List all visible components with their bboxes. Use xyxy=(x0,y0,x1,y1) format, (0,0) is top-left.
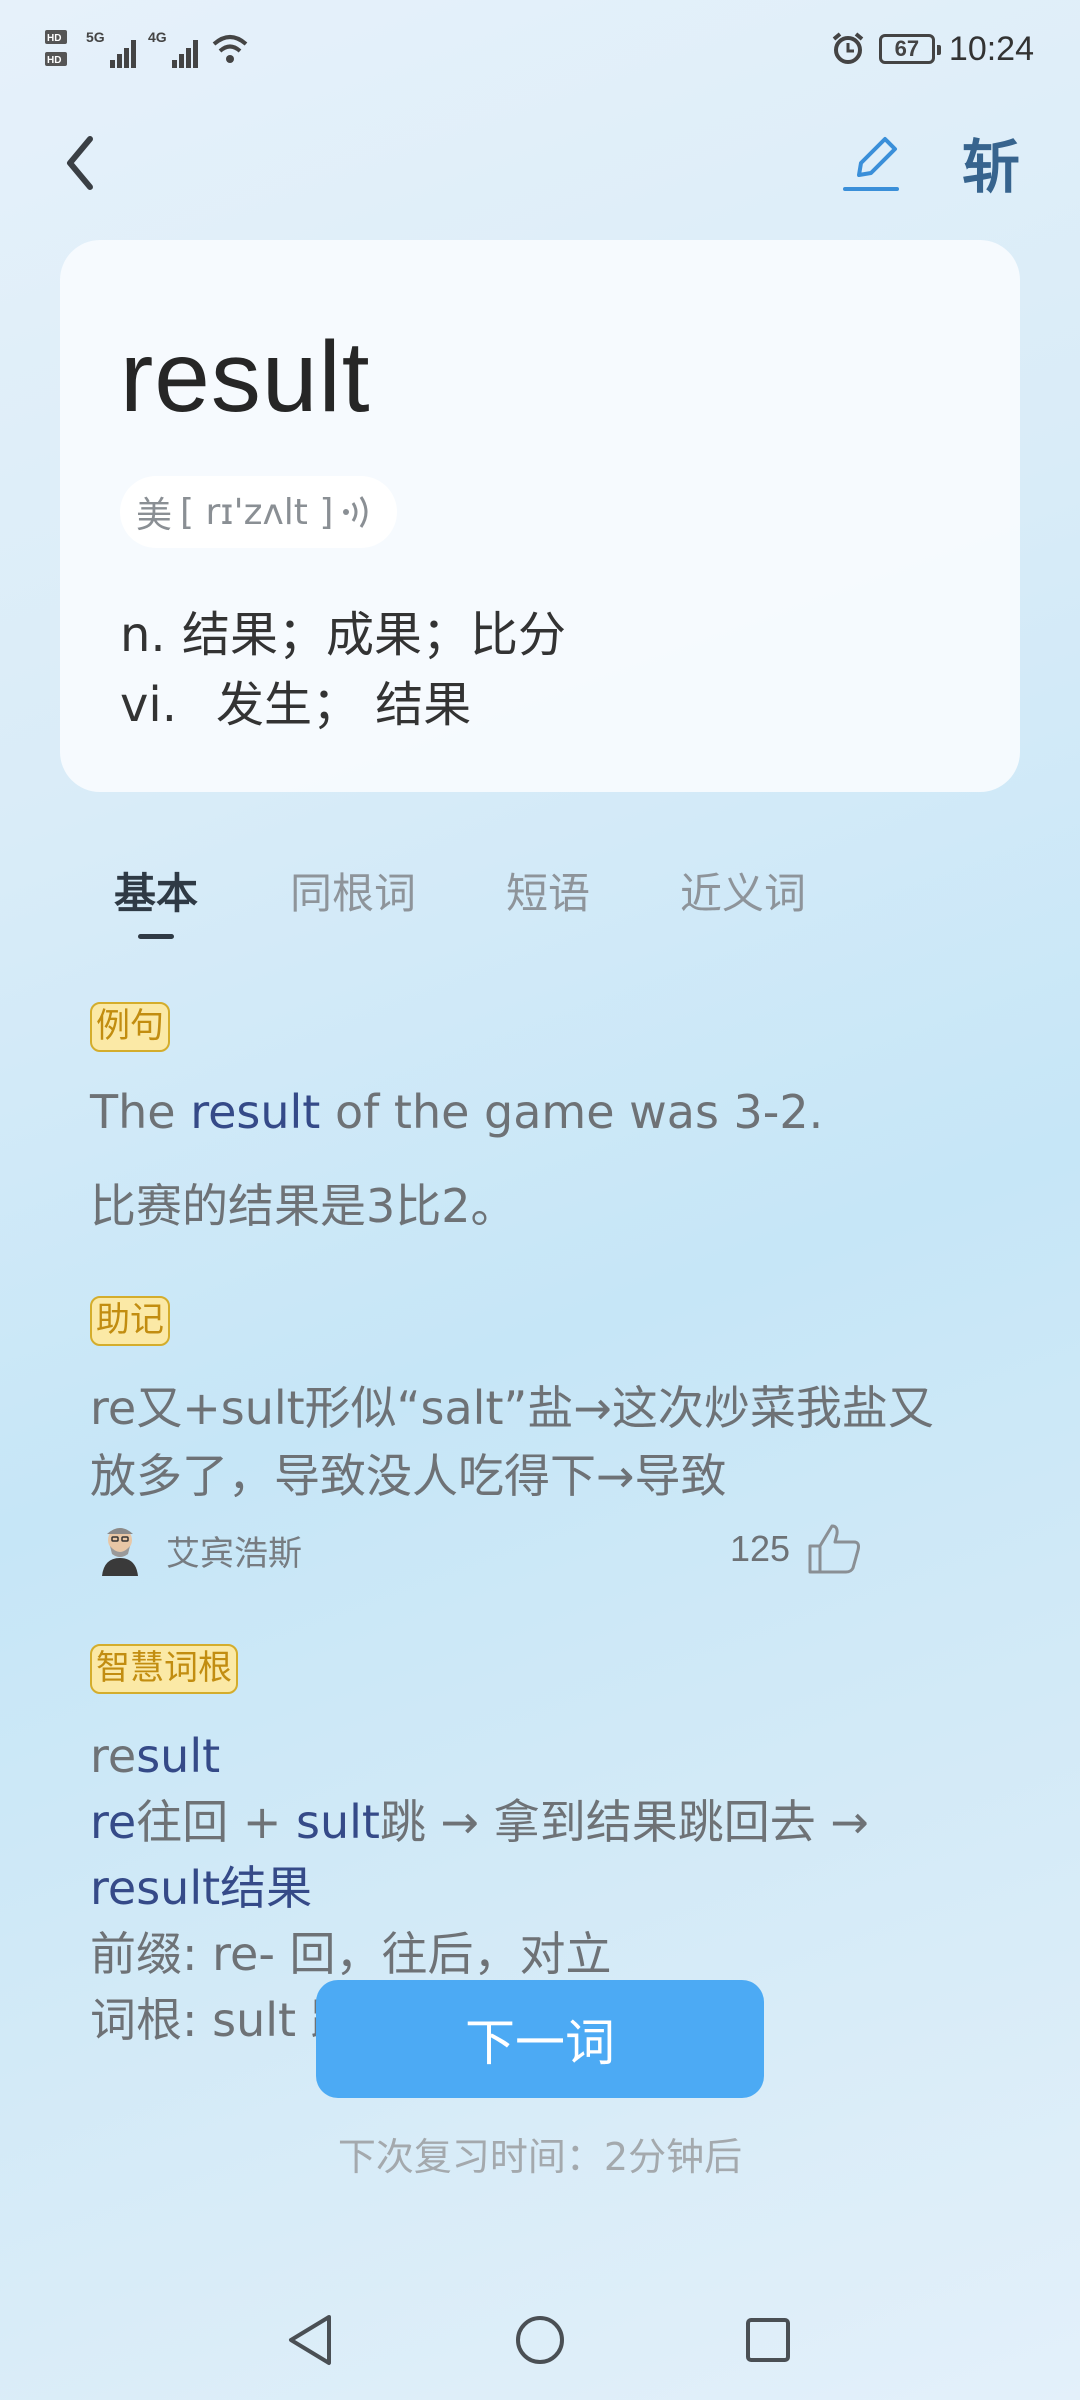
status-bar: HD HD 5G 4G 67 10:24 xyxy=(0,0,1080,100)
result-word: result xyxy=(90,1861,221,1915)
avatar xyxy=(102,1528,138,1576)
back-button[interactable] xyxy=(50,128,110,198)
example-translation: 比赛的结果是3比2。 xyxy=(90,1179,517,1233)
svg-text:5G: 5G xyxy=(86,29,105,45)
example-sentence: The result of the game was 3-2. xyxy=(90,1078,823,1146)
part-of-speech: vi. xyxy=(120,677,177,733)
svg-text:HD: HD xyxy=(47,33,61,44)
wifi-icon xyxy=(212,35,248,63)
4g-signal-icon: 4G xyxy=(148,29,198,68)
chevron-left-icon xyxy=(67,136,93,190)
status-left-icons: HD HD 5G 4G xyxy=(44,26,250,72)
definitions: n. 结果；成果；比分 vi. 发生； 结果 xyxy=(120,600,566,740)
zhan-brand-button[interactable]: 斩 xyxy=(956,124,1026,201)
edit-note-button[interactable] xyxy=(838,128,904,198)
definition-line: vi. 发生； 结果 xyxy=(120,670,566,740)
phonetic-region: 美 xyxy=(136,495,173,536)
mnemonic-line: re又+sult形似“salt”盐→这次炒菜我盐又 xyxy=(90,1381,934,1435)
root-explanation: 跳 → 拿到结果跳回去 → xyxy=(379,1795,869,1849)
like-count: 125 xyxy=(730,1528,791,1569)
mnemonic-tag: 助记 xyxy=(90,1296,170,1346)
root-breakdown: re往回 + sult跳 → 拿到结果跳回去 → xyxy=(90,1788,869,1856)
root-word-root: sult xyxy=(136,1729,221,1783)
hd-icon: HD HD xyxy=(45,30,67,66)
definition-meaning: 发生； 结果 xyxy=(216,677,472,733)
nav-home-button[interactable] xyxy=(500,2300,580,2380)
phonetic-pill[interactable]: 美 [ rɪ'zʌlt ] xyxy=(120,476,398,548)
definition-meaning: 结果；成果；比分 xyxy=(182,607,567,663)
thumbs-up-icon xyxy=(808,1524,861,1574)
pencil-icon xyxy=(843,137,899,191)
square-recents-icon xyxy=(746,2318,790,2362)
root-result: result结果 xyxy=(90,1854,312,1922)
active-tab-indicator xyxy=(138,934,174,939)
part-of-speech: n. xyxy=(120,607,166,663)
circle-home-icon xyxy=(516,2316,564,2364)
root-word: result xyxy=(90,1722,220,1790)
svg-text:HD: HD xyxy=(47,55,61,66)
svg-text:4G: 4G xyxy=(148,29,167,45)
definition-line: n. 结果；成果；比分 xyxy=(120,600,566,670)
root-word-prefix: re xyxy=(90,1729,137,1783)
sentence-keyword: result xyxy=(190,1085,321,1139)
status-right-icons: 67 10:24 xyxy=(831,26,1034,72)
next-review-time: 下次复习时间：2分钟后 xyxy=(337,2135,743,2179)
word-headword: result xyxy=(120,321,371,433)
mnemonic-line: 放多了，导致没人吃得下→导致 xyxy=(90,1449,727,1503)
speaker-icon xyxy=(343,496,368,528)
system-nav-bar xyxy=(0,2300,1080,2380)
author-name: 艾宾浩斯 xyxy=(166,1533,302,1574)
nav-recents-button[interactable] xyxy=(728,2300,808,2380)
nav-back-button[interactable] xyxy=(270,2300,350,2380)
sentence-text: The xyxy=(90,1085,191,1139)
next-word-button[interactable]: 下一词 xyxy=(316,1980,764,2098)
prefix-highlight: re xyxy=(90,1795,137,1849)
like-button[interactable]: 125 xyxy=(730,1522,862,1576)
example-tag: 例句 xyxy=(90,1002,170,1052)
tab-phrases[interactable]: 短语 xyxy=(506,860,590,921)
tab-synonyms[interactable]: 近义词 xyxy=(680,860,806,921)
triangle-back-icon xyxy=(289,2315,331,2365)
tab-cognates[interactable]: 同根词 xyxy=(290,860,416,921)
battery-level: 67 xyxy=(894,36,920,61)
mnemonic-author[interactable]: 艾宾浩斯 xyxy=(96,1524,302,1576)
root-highlight: sult xyxy=(296,1795,380,1849)
5g-signal-icon: 5G xyxy=(86,29,136,68)
alarm-icon xyxy=(832,32,864,64)
word-card: result 美 [ rɪ'zʌlt ] n. 结果；成果；比分 vi. 发生； 结… xyxy=(60,240,1020,792)
tab-basic[interactable]: 基本 xyxy=(114,860,198,921)
sentence-text: of the game was 3-2. xyxy=(320,1085,824,1139)
result-meaning: 结果 xyxy=(220,1861,313,1915)
root-tag: 智慧词根 xyxy=(90,1644,238,1694)
prefix-info: 前缀: re- 回，往后，对立 xyxy=(90,1927,612,1981)
prefix-meaning: 往回 + xyxy=(136,1795,296,1849)
clock: 10:24 xyxy=(948,29,1034,68)
battery-indicator: 67 xyxy=(878,34,941,64)
phonetic-text: [ rɪ'zʌlt ] xyxy=(180,491,334,533)
